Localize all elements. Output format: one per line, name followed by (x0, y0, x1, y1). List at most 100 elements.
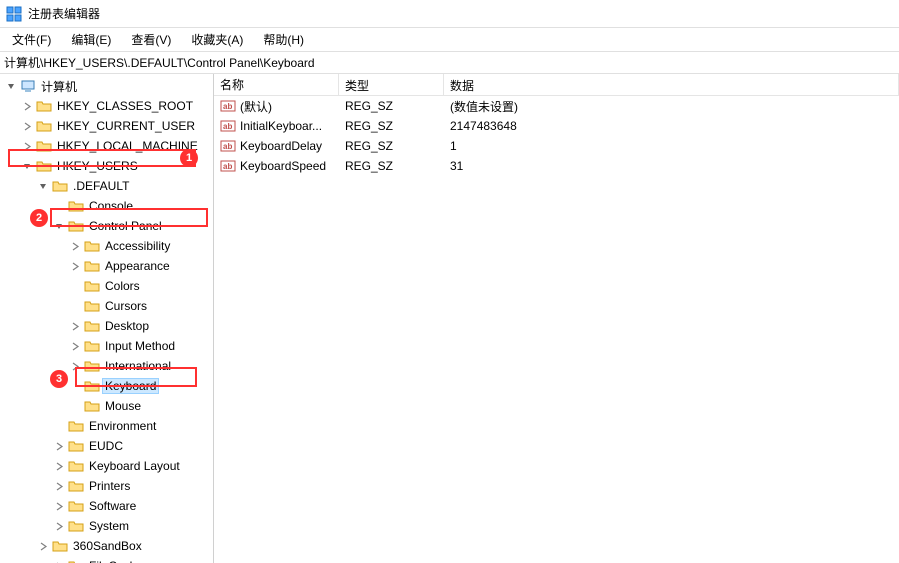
svg-text:ab: ab (223, 142, 232, 151)
tree-item-default[interactable]: .DEFAULT (0, 176, 213, 196)
tree-item-software[interactable]: Software (0, 496, 213, 516)
list-panel[interactable]: 名称 类型 数据 ab (默认) REG_SZ (数值未设置) ab Initi… (214, 74, 899, 563)
tree-label-hklm: HKEY_LOCAL_MACHINE (54, 138, 201, 154)
tree-item-controlpanel[interactable]: Control Panel (0, 216, 213, 236)
chevron-right-icon[interactable] (20, 119, 34, 133)
chevron-down-icon[interactable] (4, 79, 18, 93)
column-header-name[interactable]: 名称 (214, 74, 339, 95)
svg-text:ab: ab (223, 102, 232, 111)
value-type: REG_SZ (339, 117, 444, 135)
string-value-icon: ab (220, 98, 236, 114)
menu-edit[interactable]: 编辑(E) (61, 28, 121, 51)
tree-item-printers[interactable]: Printers (0, 476, 213, 496)
tree-label-printers: Printers (86, 478, 133, 494)
value-type: REG_SZ (339, 97, 444, 115)
folder-icon (68, 498, 84, 514)
column-header-type[interactable]: 类型 (339, 74, 444, 95)
address-path: 计算机\HKEY_USERS\.DEFAULT\Control Panel\Ke… (4, 54, 315, 71)
chevron-right-icon[interactable] (52, 559, 66, 563)
tree-item-eudc[interactable]: EUDC (0, 436, 213, 456)
folder-icon (84, 338, 100, 354)
folder-icon (68, 458, 84, 474)
expand-spacer (68, 279, 82, 293)
folder-icon (84, 318, 100, 334)
svg-text:ab: ab (223, 162, 232, 171)
tree-item-filecache[interactable]: FileCache (0, 556, 213, 563)
menu-view[interactable]: 查看(V) (121, 28, 181, 51)
value-type: REG_SZ (339, 137, 444, 155)
chevron-right-icon[interactable] (68, 359, 82, 373)
tree-item-sandbox[interactable]: 360SandBox (0, 536, 213, 556)
chevron-down-icon[interactable] (36, 179, 50, 193)
chevron-right-icon[interactable] (68, 259, 82, 273)
tree-item-hklm[interactable]: HKEY_LOCAL_MACHINE (0, 136, 213, 156)
window-title: 注册表编辑器 (28, 5, 100, 22)
folder-icon (68, 478, 84, 494)
chevron-right-icon[interactable] (68, 339, 82, 353)
chevron-right-icon[interactable] (52, 519, 66, 533)
tree-item-hku[interactable]: HKEY_USERS (0, 156, 213, 176)
tree-item-computer[interactable]: 计算机 (0, 76, 213, 96)
tree-item-mouse[interactable]: Mouse (0, 396, 213, 416)
menu-file[interactable]: 文件(F) (2, 28, 61, 51)
tree-item-console[interactable]: Console (0, 196, 213, 216)
tree-panel[interactable]: 计算机 HKEY_CLASSES_ROOT HKEY_CURRENT_USER … (0, 74, 214, 563)
value-name: KeyboardDelay (240, 139, 322, 153)
tree-item-international[interactable]: International (0, 356, 213, 376)
tree-item-keyboardlayout[interactable]: Keyboard Layout (0, 456, 213, 476)
tree-item-colors[interactable]: Colors (0, 276, 213, 296)
tree-label-environment: Environment (86, 418, 159, 434)
tree-label-controlpanel: Control Panel (86, 218, 165, 234)
tree-item-system[interactable]: System (0, 516, 213, 536)
tree-item-environment[interactable]: Environment (0, 416, 213, 436)
chevron-down-icon[interactable] (52, 219, 66, 233)
chevron-right-icon[interactable] (36, 539, 50, 553)
menubar: 文件(F) 编辑(E) 查看(V) 收藏夹(A) 帮助(H) (0, 28, 899, 52)
tree-item-hkcu[interactable]: HKEY_CURRENT_USER (0, 116, 213, 136)
list-row[interactable]: ab KeyboardDelay REG_SZ 1 (214, 136, 899, 156)
tree-item-accessibility[interactable]: Accessibility (0, 236, 213, 256)
addressbar[interactable]: 计算机\HKEY_USERS\.DEFAULT\Control Panel\Ke… (0, 52, 899, 74)
string-value-icon: ab (220, 158, 236, 174)
chevron-right-icon[interactable] (52, 499, 66, 513)
tree-label-eudc: EUDC (86, 438, 126, 454)
value-name: (默认) (240, 98, 272, 115)
tree-label-console: Console (86, 198, 136, 214)
value-name: InitialKeyboar... (240, 119, 322, 133)
tree-item-appearance[interactable]: Appearance (0, 256, 213, 276)
tree-item-hkcr[interactable]: HKEY_CLASSES_ROOT (0, 96, 213, 116)
menu-favorites[interactable]: 收藏夹(A) (181, 28, 253, 51)
folder-icon (36, 98, 52, 114)
svg-text:ab: ab (223, 122, 232, 131)
chevron-right-icon[interactable] (20, 99, 34, 113)
chevron-right-icon[interactable] (68, 239, 82, 253)
string-value-icon: ab (220, 118, 236, 134)
list-header: 名称 类型 数据 (214, 74, 899, 96)
tree-label-cursors: Cursors (102, 298, 150, 314)
list-row[interactable]: ab InitialKeyboar... REG_SZ 2147483648 (214, 116, 899, 136)
list-row[interactable]: ab (默认) REG_SZ (数值未设置) (214, 96, 899, 116)
chevron-right-icon[interactable] (68, 319, 82, 333)
tree-label-international: International (102, 358, 174, 374)
chevron-right-icon[interactable] (52, 439, 66, 453)
tree-label-hkcr: HKEY_CLASSES_ROOT (54, 98, 196, 114)
tree-item-keyboard[interactable]: Keyboard (0, 376, 213, 396)
folder-icon (84, 258, 100, 274)
folder-icon (84, 358, 100, 374)
chevron-right-icon[interactable] (52, 479, 66, 493)
folder-icon (36, 138, 52, 154)
chevron-down-icon[interactable] (20, 159, 34, 173)
value-data: 1 (444, 137, 899, 155)
menu-help[interactable]: 帮助(H) (253, 28, 314, 51)
chevron-right-icon[interactable] (20, 139, 34, 153)
tree-item-desktop[interactable]: Desktop (0, 316, 213, 336)
list-row[interactable]: ab KeyboardSpeed REG_SZ 31 (214, 156, 899, 176)
folder-icon (68, 198, 84, 214)
column-header-data[interactable]: 数据 (444, 74, 899, 95)
folder-icon (68, 418, 84, 434)
tree-label-mouse: Mouse (102, 398, 144, 414)
tree-item-cursors[interactable]: Cursors (0, 296, 213, 316)
tree-label-default: .DEFAULT (70, 178, 132, 194)
chevron-right-icon[interactable] (52, 459, 66, 473)
tree-item-inputmethod[interactable]: Input Method (0, 336, 213, 356)
